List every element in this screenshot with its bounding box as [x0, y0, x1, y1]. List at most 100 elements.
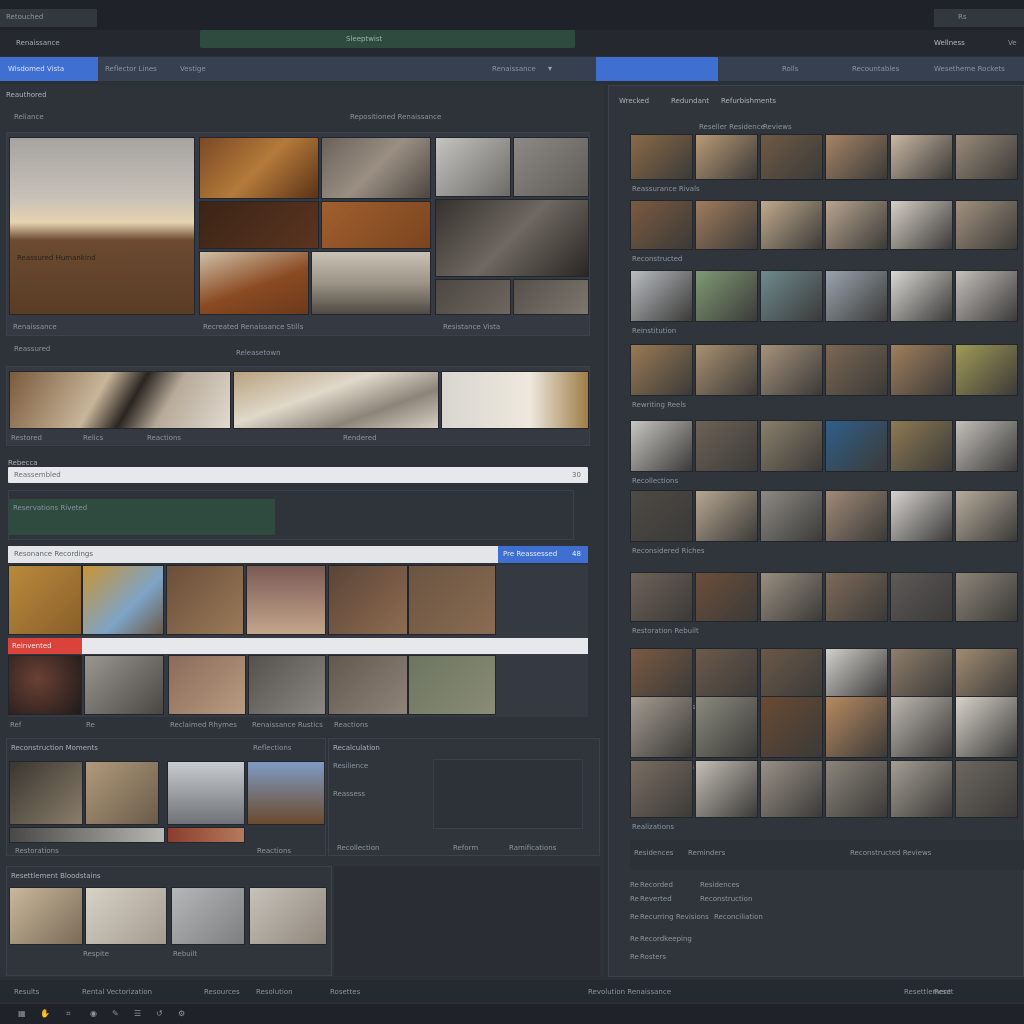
thumb-a8[interactable]	[513, 137, 589, 197]
right-thumb[interactable]	[695, 420, 758, 472]
grid-3[interactable]	[166, 565, 244, 635]
bottom3-thumb-3[interactable]	[171, 887, 245, 945]
thumb-a6[interactable]	[311, 251, 431, 315]
right-thumb[interactable]	[955, 420, 1018, 472]
thumb-a1[interactable]	[199, 137, 319, 199]
bottom3-thumb-4[interactable]	[249, 887, 327, 945]
bottom3-thumb-1[interactable]	[9, 887, 83, 945]
thumb-a5[interactable]	[199, 251, 309, 315]
search-bar[interactable]	[200, 30, 575, 48]
right-thumb[interactable]	[825, 490, 888, 542]
toolbar-right-2[interactable]: Recountables	[852, 64, 899, 74]
bottom1-thumb-5[interactable]	[9, 827, 165, 843]
right-thumb[interactable]	[760, 572, 823, 622]
right-thumb[interactable]	[630, 696, 693, 758]
right-thumb[interactable]	[630, 270, 693, 322]
right-thumb[interactable]	[760, 760, 823, 818]
grid-9[interactable]	[168, 655, 246, 715]
right-thumb[interactable]	[630, 572, 693, 622]
right-thumb[interactable]	[695, 490, 758, 542]
right-thumb[interactable]	[760, 490, 823, 542]
right-thumb[interactable]	[630, 420, 693, 472]
right-thumb[interactable]	[890, 200, 953, 250]
bottom1-thumb-2[interactable]	[85, 761, 159, 825]
crop-icon[interactable]: ⌗	[66, 1009, 71, 1019]
grid-12[interactable]	[408, 655, 496, 715]
grid-5[interactable]	[328, 565, 408, 635]
toolbar-right-1[interactable]: Rolls	[782, 64, 798, 74]
bottom1-thumb-3[interactable]	[167, 761, 245, 825]
top-right-short[interactable]: Ve	[1008, 38, 1017, 48]
right-thumb[interactable]	[760, 696, 823, 758]
right-thumb[interactable]	[825, 270, 888, 322]
right-thumb[interactable]	[825, 420, 888, 472]
chevron-down-icon[interactable]: ▾	[548, 64, 552, 73]
right-thumb[interactable]	[695, 648, 758, 698]
thumb-a7[interactable]	[435, 137, 511, 197]
grid-8[interactable]	[84, 655, 164, 715]
top-right-label[interactable]: Wellness	[934, 38, 965, 48]
brush-icon[interactable]: ✎	[112, 1009, 119, 1019]
right-thumb[interactable]	[760, 648, 823, 698]
right-thumb[interactable]	[825, 696, 888, 758]
right-thumb[interactable]	[890, 134, 953, 180]
thumb-a3[interactable]	[199, 201, 319, 249]
thumb-a9[interactable]	[435, 199, 589, 277]
right-thumb[interactable]	[695, 696, 758, 758]
right-thumb[interactable]	[695, 200, 758, 250]
eye-icon[interactable]: ◉	[90, 1009, 97, 1019]
right-thumb[interactable]	[760, 270, 823, 322]
right-thumb[interactable]	[890, 760, 953, 818]
right-thumb[interactable]	[630, 344, 693, 396]
right-thumb[interactable]	[890, 270, 953, 322]
strip-2[interactable]	[233, 371, 439, 429]
right-thumb[interactable]	[760, 200, 823, 250]
right-thumb[interactable]	[695, 270, 758, 322]
right-thumb[interactable]	[955, 648, 1018, 698]
search-input[interactable]: Sleeptwist	[346, 34, 382, 44]
right-thumb[interactable]	[890, 344, 953, 396]
right-thumb[interactable]	[760, 344, 823, 396]
right-thumb[interactable]	[955, 200, 1018, 250]
hand-icon[interactable]: ✋	[40, 1009, 50, 1019]
right-thumb[interactable]	[695, 134, 758, 180]
right-thumb[interactable]	[890, 572, 953, 622]
right-thumb[interactable]	[825, 572, 888, 622]
right-thumb[interactable]	[825, 760, 888, 818]
right-thumb[interactable]	[825, 344, 888, 396]
right-thumb[interactable]	[955, 490, 1018, 542]
right-thumb[interactable]	[630, 490, 693, 542]
right-thumb[interactable]	[890, 420, 953, 472]
grid-7[interactable]	[8, 655, 82, 715]
grid-10[interactable]	[248, 655, 326, 715]
grid-11[interactable]	[328, 655, 408, 715]
toolbar-right-3[interactable]: Wesetheme Rockets	[934, 64, 1005, 74]
bottom1-thumb-1[interactable]	[9, 761, 83, 825]
toolbar-blue-segment[interactable]	[596, 57, 718, 81]
right-thumb[interactable]	[760, 420, 823, 472]
right-thumb[interactable]	[890, 696, 953, 758]
right-thumb[interactable]	[630, 134, 693, 180]
bottom2-field[interactable]	[433, 759, 583, 829]
right-thumb[interactable]	[630, 760, 693, 818]
right-thumb[interactable]	[890, 490, 953, 542]
strip-1[interactable]	[9, 371, 231, 429]
undo-icon[interactable]: ↺	[156, 1009, 163, 1019]
right-thumb[interactable]	[825, 200, 888, 250]
thumb-a2[interactable]	[321, 137, 431, 199]
right-thumb[interactable]	[955, 760, 1018, 818]
grid-6[interactable]	[408, 565, 496, 635]
right-thumb[interactable]	[825, 134, 888, 180]
tab-2[interactable]: Reflector Lines	[105, 64, 157, 74]
bottom3-thumb-2[interactable]	[85, 887, 167, 945]
strip-3[interactable]	[441, 371, 589, 429]
grid-icon[interactable]: ▦	[18, 1009, 26, 1019]
grid-1[interactable]	[8, 565, 82, 635]
right-thumb[interactable]	[695, 572, 758, 622]
thumb-a11[interactable]	[513, 279, 589, 315]
bottom1-thumb-4[interactable]	[247, 761, 325, 825]
right-thumb[interactable]	[955, 270, 1018, 322]
right-thumb[interactable]	[955, 572, 1018, 622]
right-thumb[interactable]	[630, 200, 693, 250]
right-thumb[interactable]	[955, 134, 1018, 180]
